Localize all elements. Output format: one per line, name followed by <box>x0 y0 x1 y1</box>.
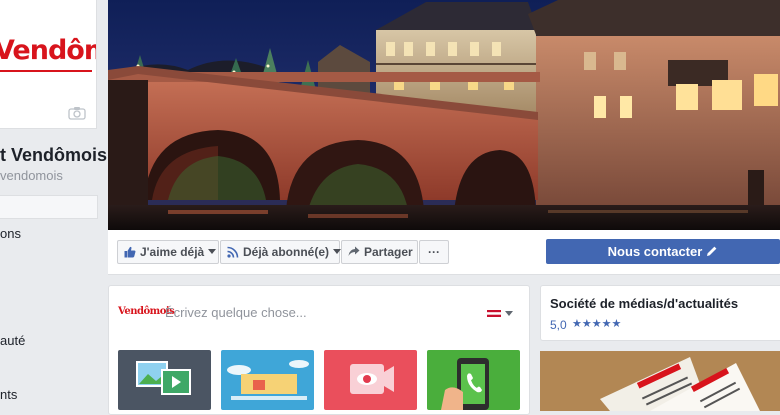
sidebar-item[interactable]: ons <box>0 226 21 241</box>
follow-button[interactable]: Déjà abonné(e) <box>220 240 342 264</box>
more-options-icon: ··· <box>428 245 440 259</box>
event-tile[interactable] <box>221 350 314 410</box>
photo-icon <box>136 361 191 395</box>
live-video-tile[interactable] <box>324 350 417 410</box>
camera-icon[interactable] <box>68 106 86 120</box>
rating-value[interactable]: 5,0 <box>550 318 567 332</box>
page-action-bar: J'aime déjà Déjà abonné(e) Partager ··· … <box>108 230 780 275</box>
page-category[interactable]: Société de médias/d'actualités <box>550 296 738 311</box>
video-camera-icon <box>350 364 394 394</box>
composer-input[interactable]: Écrivez quelque chose... <box>165 305 307 320</box>
page-handle[interactable]: vendomois <box>0 168 63 183</box>
sidebar-item[interactable]: auté <box>0 333 25 348</box>
like-button-label: J'aime déjà <box>140 245 205 259</box>
profile-picture[interactable]: Vendômois <box>0 0 97 129</box>
share-arrow-icon <box>348 246 360 257</box>
rss-follow-icon <box>227 246 239 258</box>
thumbs-up-icon <box>124 246 136 258</box>
page-name[interactable]: t Vendômois <box>0 144 108 166</box>
sidebar-selected-item[interactable] <box>0 195 98 219</box>
about-card: Société de médias/d'actualités 5,0 ★★★★★ <box>540 285 780 341</box>
newspaper-promo-image[interactable] <box>540 351 780 411</box>
share-button-label: Partager <box>364 245 413 259</box>
like-button[interactable]: J'aime déjà <box>117 240 219 264</box>
event-icon <box>227 360 309 400</box>
more-options-button[interactable]: ··· <box>419 240 449 264</box>
cover-photo[interactable] <box>108 0 780 230</box>
newspaper-photo <box>540 351 780 411</box>
follow-button-label: Déjà abonné(e) <box>243 245 330 259</box>
page-logo: Vendômois <box>0 35 96 66</box>
cover-photo-scene <box>108 0 780 230</box>
chevron-down-icon <box>208 249 217 255</box>
share-button[interactable]: Partager <box>341 240 418 264</box>
pencil-icon <box>707 246 717 257</box>
contact-us-label: Nous contacter <box>607 244 703 259</box>
chevron-down-icon[interactable] <box>505 311 513 316</box>
contact-us-button[interactable]: Nous contacter <box>546 239 780 264</box>
language-flag-icon[interactable] <box>487 310 501 317</box>
photo-video-tile[interactable] <box>118 350 211 410</box>
logo-underline <box>0 70 92 72</box>
left-column: Vendômois t Vendômois vendomois ons auté… <box>0 0 108 402</box>
call-tile[interactable] <box>427 350 520 410</box>
phone-icon <box>441 358 489 410</box>
chevron-down-icon <box>333 249 342 255</box>
post-composer: Vendômois Écrivez quelque chose... <box>108 285 530 415</box>
rating-stars: ★★★★★ <box>572 318 622 330</box>
